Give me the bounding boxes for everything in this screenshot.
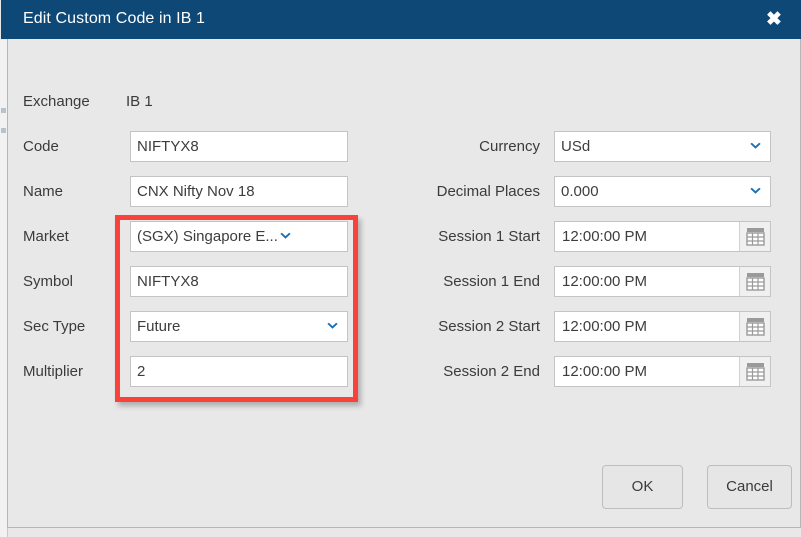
market-select-value: (SGX) Singapore E... [137,228,278,245]
session-1-end-picker-button[interactable] [739,267,770,296]
cancel-button[interactable]: Cancel [707,465,792,509]
row-session-2-start: Session 2 Start 12:00:00 PM [392,311,792,343]
session-1-start-picker-button[interactable] [739,222,770,251]
row-session-1-end: Session 1 End 12:00:00 PM [392,266,792,298]
dialog-body: Exchange IB 1 Code NIFTYX8 Name CNX Nift… [8,39,800,527]
screen: Edit Custom Code in IB 1 ✖ Exchange IB 1… [0,0,801,537]
label-name: Name [23,183,64,200]
label-session-2-end: Session 2 End [443,363,540,380]
label-multiplier: Multiplier [23,363,84,380]
name-input[interactable]: CNX Nifty Nov 18 [130,176,348,207]
currency-select-value: USd [561,138,591,155]
calendar-icon [746,227,765,246]
row-exchange: Exchange IB 1 [8,86,368,118]
session-1-end-value: 12:00:00 PM [562,273,648,290]
row-code: Code NIFTYX8 [8,131,368,163]
label-market: Market [23,228,69,245]
ok-button[interactable]: OK [602,465,683,509]
label-code: Code [23,138,59,155]
edit-custom-code-dialog: Edit Custom Code in IB 1 ✖ Exchange IB 1… [1,0,801,528]
calendar-icon [746,272,765,291]
close-icon[interactable]: ✖ [760,8,788,32]
dialog-title: Edit Custom Code in IB 1 [23,10,206,27]
chevron-down-icon [325,312,340,341]
calendar-icon [746,317,765,336]
code-input[interactable]: NIFTYX8 [130,131,348,162]
session-1-end-input[interactable]: 12:00:00 PM [554,266,771,297]
row-session-2-end: Session 2 End 12:00:00 PM [392,356,792,388]
label-symbol: Symbol [23,273,74,290]
row-session-1-start: Session 1 Start 12:00:00 PM [392,221,792,253]
row-sec-type: Sec Type Future [8,311,368,343]
chevron-down-icon [748,177,763,206]
background-window-mark [1,108,6,113]
label-sec-type: Sec Type [23,318,86,335]
row-currency: Currency USd [392,131,792,163]
row-market: Market (SGX) Singapore E... [8,221,368,253]
currency-select[interactable]: USd [554,131,771,162]
background-window-mark [1,128,6,133]
session-2-end-input[interactable]: 12:00:00 PM [554,356,771,387]
session-2-start-input[interactable]: 12:00:00 PM [554,311,771,342]
label-exchange: Exchange [23,93,90,110]
session-2-start-value: 12:00:00 PM [562,318,648,335]
multiplier-input[interactable]: 2 [130,356,348,387]
sec-type-select-value: Future [137,318,181,335]
calendar-icon [746,362,765,381]
market-select[interactable]: (SGX) Singapore E... [130,221,348,252]
session-2-end-value: 12:00:00 PM [562,363,648,380]
label-session-1-start: Session 1 Start [438,228,540,245]
label-decimal-places: Decimal Places [436,183,540,200]
row-symbol: Symbol NIFTYX8 [8,266,368,298]
value-exchange: IB 1 [126,93,153,110]
session-1-start-input[interactable]: 12:00:00 PM [554,221,771,252]
row-decimal-places: Decimal Places 0.000 [392,176,792,208]
decimal-places-select[interactable]: 0.000 [554,176,771,207]
label-session-1-end: Session 1 End [443,273,540,290]
row-multiplier: Multiplier 2 [8,356,368,388]
decimal-places-select-value: 0.000 [561,183,599,200]
session-2-start-picker-button[interactable] [739,312,770,341]
sec-type-select[interactable]: Future [130,311,348,342]
row-name: Name CNX Nifty Nov 18 [8,176,368,208]
symbol-input[interactable]: NIFTYX8 [130,266,348,297]
dialog-titlebar: Edit Custom Code in IB 1 ✖ [1,0,801,39]
session-2-end-picker-button[interactable] [739,357,770,386]
label-session-2-start: Session 2 Start [438,318,540,335]
chevron-down-icon [748,132,763,161]
session-1-start-value: 12:00:00 PM [562,228,648,245]
label-currency: Currency [479,138,540,155]
chevron-down-icon [278,222,293,251]
